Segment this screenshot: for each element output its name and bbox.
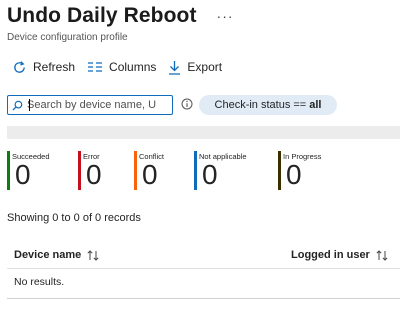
column-label: Logged in user [291, 249, 370, 261]
tile-count: 0 [15, 159, 31, 190]
page-title: Undo Daily Reboot [7, 4, 197, 27]
tile-color-bar [134, 151, 137, 190]
export-button[interactable]: Export [168, 60, 222, 75]
tile-count: 0 [286, 159, 302, 190]
more-options-button[interactable]: ··· [217, 8, 234, 24]
tile-count: 0 [142, 159, 158, 190]
sort-arrows-icon [87, 249, 99, 261]
search-box[interactable] [7, 95, 173, 115]
filter-value: all [309, 99, 322, 111]
page: Undo Daily Reboot ··· Device configurati… [0, 0, 400, 329]
sort-arrows-icon [376, 249, 388, 261]
refresh-icon [14, 60, 25, 73]
tile-color-bar [7, 151, 10, 190]
columns-icon [88, 62, 103, 72]
search-input[interactable] [23, 99, 167, 111]
refresh-button[interactable]: Refresh [12, 60, 75, 75]
tile-color-bar [278, 151, 281, 190]
columns-label: Columns [109, 60, 157, 74]
tile-color-bar [194, 151, 197, 190]
export-label: Export [187, 60, 223, 74]
column-header-device-name[interactable]: Device name [14, 249, 99, 261]
table-header: Device name Logged in user [7, 244, 400, 269]
tile-count: 0 [202, 159, 218, 190]
columns-button[interactable]: Columns [87, 60, 156, 74]
text-caret [29, 99, 30, 111]
tile-count: 0 [86, 159, 102, 190]
records-summary: Showing 0 to 0 of 0 records [7, 212, 141, 224]
column-header-logged-in-user[interactable]: Logged in user [291, 249, 388, 261]
empty-table-message: No results. [14, 276, 65, 288]
table-divider [7, 298, 400, 299]
refresh-label: Refresh [33, 60, 76, 74]
download-icon [169, 60, 181, 75]
info-icon[interactable] [181, 98, 193, 110]
filter-label: Check-in status == [214, 99, 307, 111]
column-label: Device name [14, 249, 82, 261]
page-subtitle: Device configuration profile [7, 32, 128, 43]
toolbar: Refresh Columns Export [12, 58, 234, 76]
loading-band [7, 126, 400, 139]
search-icon [12, 100, 23, 111]
tile-color-bar [78, 151, 81, 190]
title-row: Undo Daily Reboot ··· [7, 4, 234, 28]
check-in-status-filter[interactable]: Check-in status == all [199, 95, 337, 115]
